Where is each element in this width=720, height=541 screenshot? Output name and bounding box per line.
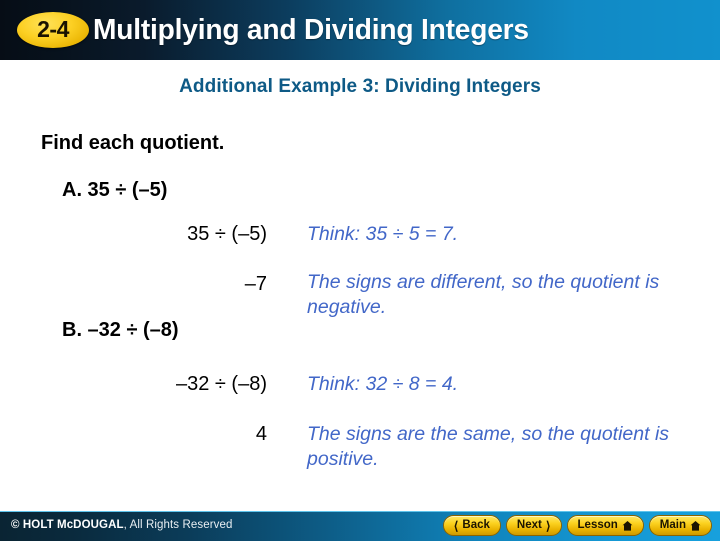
- main-button-label: Main: [659, 518, 686, 531]
- part-b-step-1-note: Think: 32 ÷ 8 = 4.: [307, 373, 459, 395]
- part-b-step-2-expression: 4: [255, 423, 267, 445]
- lesson-number-text: 2-4: [37, 15, 69, 42]
- slide-footer: © HOLT McDOUGAL, All Rights Reserved ⟨ B…: [0, 511, 720, 541]
- lesson-number-badge: 2-4: [17, 12, 89, 48]
- next-button-label: Next: [516, 518, 542, 531]
- home-icon: [622, 520, 633, 531]
- back-button[interactable]: ⟨ Back: [442, 515, 501, 536]
- instruction-prompt: Find each quotient.: [41, 132, 225, 154]
- back-button-label: Back: [462, 518, 490, 531]
- part-a-step-1-note: Think: 35 ÷ 5 = 7.: [307, 223, 459, 245]
- part-b-label: B. –32 ÷ (–8): [62, 319, 179, 341]
- navigation-buttons: ⟨ Back Next ⟩ Lesson Main: [442, 515, 712, 536]
- lesson-button[interactable]: Lesson: [566, 515, 644, 536]
- part-a-step-2-note: The signs are different, so the quotient…: [307, 271, 660, 318]
- lesson-button-label: Lesson: [577, 518, 618, 531]
- part-a-step-2-expression: –7: [244, 273, 267, 295]
- part-a-step-1-expression: 35 ÷ (–5): [187, 223, 267, 245]
- chevron-left-icon: ⟨: [453, 518, 459, 533]
- example-subtitle: Additional Example 3: Dividing Integers: [179, 76, 541, 97]
- slide-header: 2-4 Multiplying and Dividing Integers: [0, 0, 720, 60]
- part-b-step-1-expression: –32 ÷ (–8): [175, 373, 267, 395]
- part-b-step-2-note: The signs are the same, so the quotient …: [307, 423, 670, 470]
- main-button[interactable]: Main: [648, 515, 712, 536]
- copyright-notice: © HOLT McDOUGAL, All Rights Reserved: [11, 519, 232, 531]
- part-a-label: A. 35 ÷ (–5): [62, 179, 168, 201]
- page-title: Multiplying and Dividing Integers: [93, 14, 529, 46]
- slide-content: Additional Example 3: Dividing Integers …: [0, 60, 720, 511]
- next-button[interactable]: Next ⟩: [505, 515, 562, 536]
- copyright-brand: © HOLT McDOUGAL: [11, 519, 124, 531]
- chevron-right-icon: ⟩: [545, 518, 551, 533]
- copyright-rights: , All Rights Reserved: [123, 519, 233, 531]
- home-icon: [690, 520, 701, 531]
